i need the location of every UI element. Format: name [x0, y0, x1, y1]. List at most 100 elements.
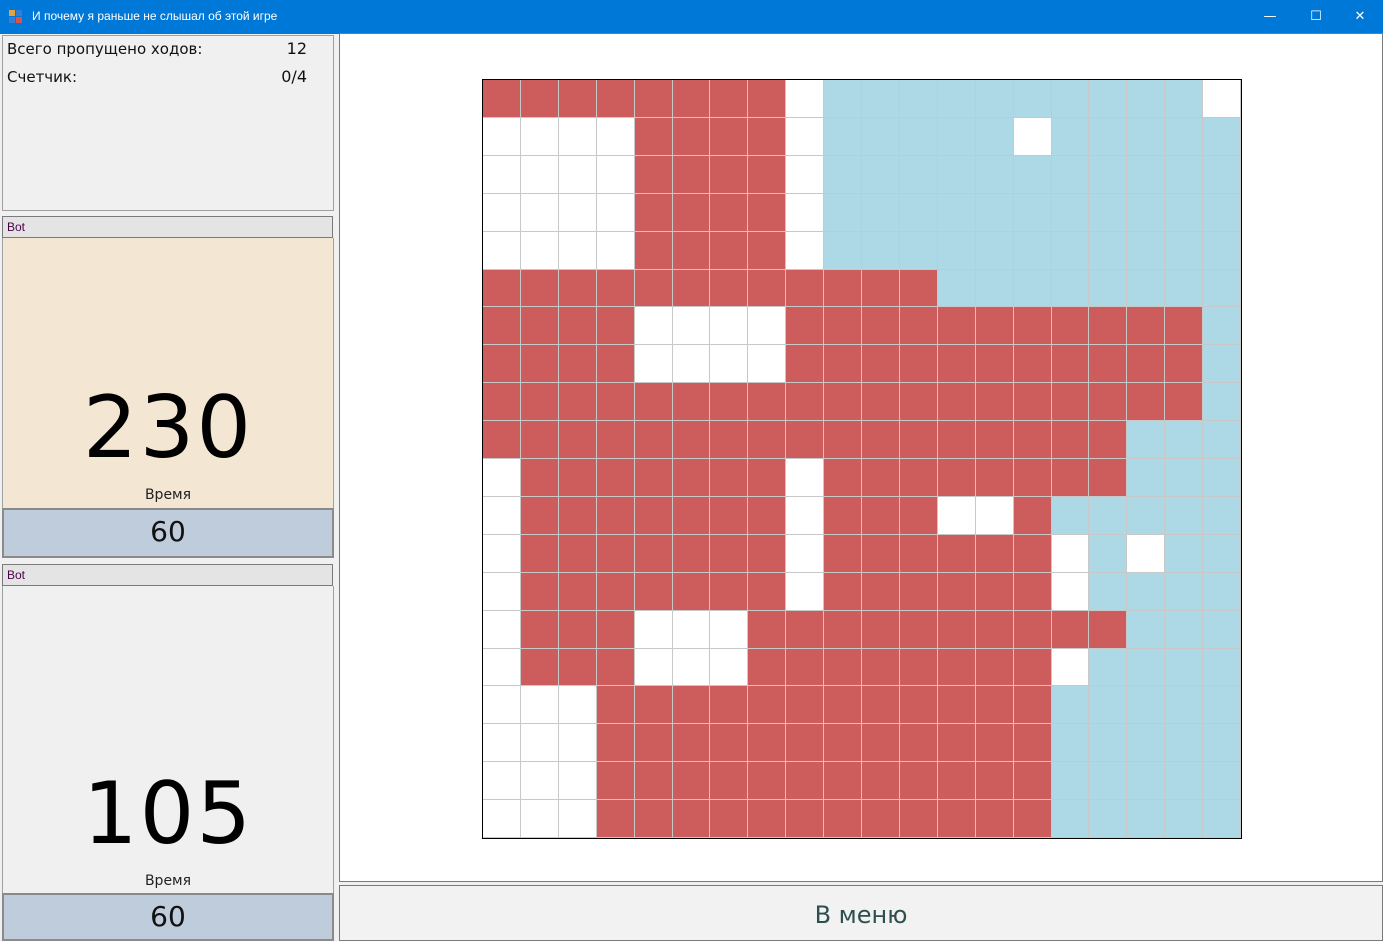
board-cell[interactable] [786, 231, 825, 270]
board-cell[interactable] [672, 345, 711, 384]
board-cell[interactable] [1051, 610, 1090, 649]
board-cell[interactable] [596, 117, 635, 156]
board-cell[interactable] [1127, 648, 1166, 687]
board-cell[interactable] [786, 572, 825, 611]
board-cell[interactable] [937, 724, 976, 763]
board-cell[interactable] [1165, 459, 1204, 497]
board-cell[interactable] [1203, 572, 1241, 611]
board-cell[interactable] [937, 572, 976, 611]
board-cell[interactable] [786, 421, 825, 459]
board-cell[interactable] [1013, 534, 1052, 573]
board-cell[interactable] [1203, 117, 1241, 156]
board-cell[interactable] [710, 572, 749, 611]
board-cell[interactable] [1203, 155, 1241, 194]
board-cell[interactable] [862, 648, 900, 687]
board-cell[interactable] [937, 762, 976, 801]
board-cell[interactable] [672, 80, 711, 118]
board-cell[interactable] [558, 496, 597, 535]
board-cell[interactable] [710, 269, 749, 308]
board-cell[interactable] [634, 345, 673, 384]
board-cell[interactable] [596, 345, 635, 384]
board-cell[interactable] [975, 269, 1014, 308]
board-cell[interactable] [558, 459, 597, 497]
board-cell[interactable] [862, 572, 900, 611]
board-cell[interactable] [596, 762, 635, 801]
board-cell[interactable] [483, 155, 521, 194]
board-cell[interactable] [975, 155, 1014, 194]
board-cell[interactable] [975, 800, 1014, 838]
board-cell[interactable] [1203, 193, 1241, 232]
board-cell[interactable] [1013, 762, 1052, 801]
board-cell[interactable] [786, 345, 825, 384]
board-cell[interactable] [483, 496, 521, 535]
board-cell[interactable] [937, 80, 976, 118]
board-cell[interactable] [975, 648, 1014, 687]
board-cell[interactable] [634, 724, 673, 763]
board-cell[interactable] [672, 459, 711, 497]
board-cell[interactable] [483, 572, 521, 611]
board-cell[interactable] [520, 572, 559, 611]
board-cell[interactable] [672, 610, 711, 649]
board-cell[interactable] [596, 421, 635, 459]
board-cell[interactable] [899, 193, 938, 232]
board-cell[interactable] [520, 648, 559, 687]
board-cell[interactable] [786, 496, 825, 535]
board-cell[interactable] [672, 193, 711, 232]
board-cell[interactable] [634, 269, 673, 308]
board-cell[interactable] [1127, 572, 1166, 611]
board-cell[interactable] [483, 269, 521, 308]
board-cell[interactable] [862, 800, 900, 838]
board-cell[interactable] [1127, 155, 1166, 194]
board-cell[interactable] [520, 117, 559, 156]
board-cell[interactable] [710, 686, 749, 725]
close-button[interactable]: ✕ [1337, 0, 1383, 34]
board-cell[interactable] [520, 534, 559, 573]
board-cell[interactable] [975, 193, 1014, 232]
board-cell[interactable] [824, 193, 862, 232]
board-cell[interactable] [520, 762, 559, 801]
board-cell[interactable] [596, 459, 635, 497]
board-cell[interactable] [824, 610, 862, 649]
board-cell[interactable] [1051, 496, 1090, 535]
board-cell[interactable] [1089, 383, 1128, 422]
board-cell[interactable] [1127, 800, 1166, 838]
board-cell[interactable] [1089, 686, 1128, 725]
board-cell[interactable] [596, 648, 635, 687]
board-cell[interactable] [1089, 648, 1128, 687]
board-cell[interactable] [483, 648, 521, 687]
board-cell[interactable] [937, 686, 976, 725]
board-cell[interactable] [786, 762, 825, 801]
board-cell[interactable] [1165, 800, 1204, 838]
board-cell[interactable] [899, 800, 938, 838]
board-cell[interactable] [634, 686, 673, 725]
board-cell[interactable] [824, 648, 862, 687]
board-cell[interactable] [1165, 80, 1204, 118]
board-cell[interactable] [1013, 496, 1052, 535]
board-cell[interactable] [483, 459, 521, 497]
board-cell[interactable] [937, 383, 976, 422]
maximize-button[interactable]: ☐ [1293, 0, 1339, 34]
board-cell[interactable] [975, 345, 1014, 384]
board-cell[interactable] [558, 345, 597, 384]
board-cell[interactable] [710, 459, 749, 497]
board-cell[interactable] [748, 117, 787, 156]
board-cell[interactable] [1013, 800, 1052, 838]
board-cell[interactable] [899, 155, 938, 194]
board-cell[interactable] [1165, 117, 1204, 156]
board-cell[interactable] [1127, 496, 1166, 535]
board-cell[interactable] [824, 534, 862, 573]
board-cell[interactable] [558, 648, 597, 687]
board-cell[interactable] [899, 117, 938, 156]
board-cell[interactable] [937, 155, 976, 194]
board-cell[interactable] [1127, 345, 1166, 384]
board-cell[interactable] [899, 307, 938, 346]
board-cell[interactable] [899, 383, 938, 422]
board-cell[interactable] [1051, 269, 1090, 308]
board-cell[interactable] [634, 307, 673, 346]
board-cell[interactable] [558, 383, 597, 422]
board-cell[interactable] [975, 496, 1014, 535]
board-cell[interactable] [899, 459, 938, 497]
board-cell[interactable] [596, 80, 635, 118]
board-cell[interactable] [1089, 459, 1128, 497]
board-cell[interactable] [520, 307, 559, 346]
